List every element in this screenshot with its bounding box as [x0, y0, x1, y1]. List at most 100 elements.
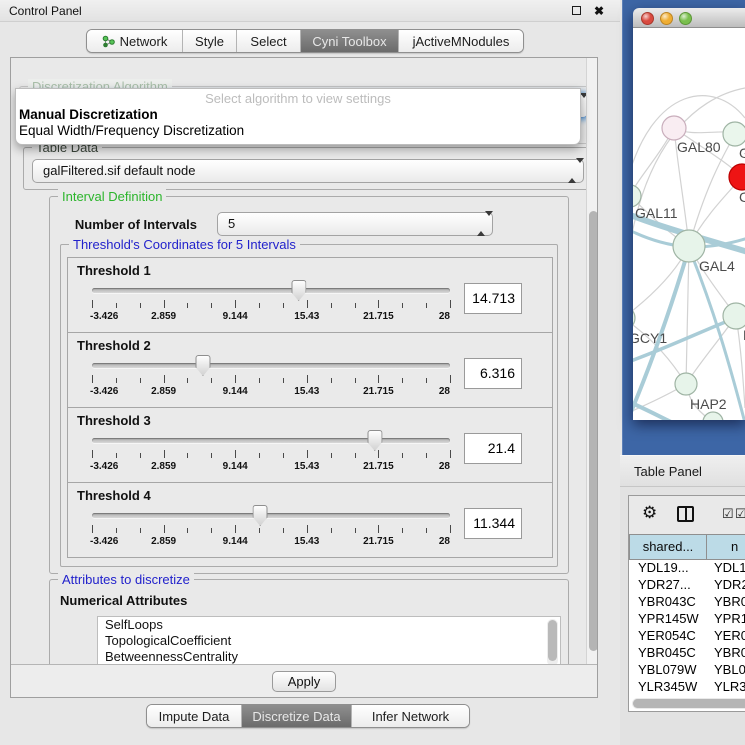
network-node[interactable]: [662, 116, 686, 140]
threshold-panel-2: Threshold 2 -3.4262.8599.14415.4321.7152…: [67, 332, 553, 408]
network-window-frame: GAL80GACGAL11GAL4GCY1HHAP2: [622, 0, 745, 455]
slider-track[interactable]: [92, 363, 450, 368]
table-row[interactable]: YBR043CYBR0: [629, 594, 745, 611]
panel-title: Control Panel: [0, 4, 572, 18]
combo-stepper-icon: [568, 160, 578, 182]
network-node[interactable]: [723, 122, 745, 146]
tab-style[interactable]: Style: [183, 30, 237, 52]
scroll-area: Discretization Algorithm Select algorith…: [11, 58, 597, 664]
tab-select[interactable]: Select: [237, 30, 301, 52]
table-row[interactable]: YPR145WYPR1: [629, 611, 745, 628]
tab-discretize-data[interactable]: Discretize Data: [242, 705, 352, 727]
close-traffic-icon[interactable]: [641, 12, 654, 25]
network-view-window: GAL80GACGAL11GAL4GCY1HHAP2: [633, 8, 745, 420]
slider-handle[interactable]: [291, 280, 306, 301]
slider-tick-labels: -3.4262.8599.14415.4321.71528: [92, 461, 450, 473]
scrollbar-thumb[interactable]: [548, 620, 557, 661]
network-node[interactable]: [675, 373, 697, 395]
tab-cyni-toolbox[interactable]: Cyni Toolbox: [301, 30, 399, 52]
split-columns-icon[interactable]: [677, 506, 694, 522]
checkbox-checked-icon[interactable]: ☑: [722, 507, 734, 520]
cyni-toolbox-panel: Discretization Algorithm Select algorith…: [10, 57, 598, 698]
column-header-shared-name[interactable]: shared...: [629, 534, 707, 560]
network-canvas[interactable]: GAL80GACGAL11GAL4GCY1HHAP2: [633, 28, 745, 420]
panel-scrollbar[interactable]: [586, 58, 597, 664]
table-row[interactable]: YDL19...YDL1: [629, 560, 745, 577]
slider-track[interactable]: [92, 513, 450, 518]
table-rows: YDL19...YDL1YDR27...YDR2YBR043CYBR0YPR14…: [629, 560, 745, 711]
network-graph: GAL80GACGAL11GAL4GCY1HHAP2: [633, 28, 745, 420]
checkbox-checked-icon[interactable]: ☑: [735, 507, 745, 520]
threshold-value-field[interactable]: 6.316: [464, 358, 522, 389]
node-label: GAL11: [635, 205, 678, 221]
network-node[interactable]: [723, 303, 745, 329]
tab-impute-data[interactable]: Impute Data: [147, 705, 242, 727]
threshold-value-field[interactable]: 21.4: [464, 433, 522, 464]
network-node[interactable]: [703, 412, 723, 420]
interval-definition-group: Interval Definition Number of Intervals …: [49, 196, 569, 574]
float-window-icon[interactable]: [572, 6, 581, 15]
group-title: Attributes to discretize: [58, 572, 194, 587]
control-panel-tabs: Network Style Select Cyni Toolbox jActiv…: [86, 29, 524, 53]
dropdown-option-equal-width[interactable]: Equal Width/Frequency Discretization: [16, 123, 580, 139]
close-icon[interactable]: ✖: [594, 5, 604, 17]
slider-handle[interactable]: [253, 505, 268, 526]
node-label: GCY1: [633, 330, 667, 346]
node-label: HAP2: [690, 396, 727, 412]
table-horizontal-scrollbar[interactable]: [632, 698, 745, 709]
threshold-slider[interactable]: -3.4262.8599.14415.4321.71528: [92, 428, 450, 482]
control-panel-window: Control Panel ✖ Network Style Select Cyn…: [0, 0, 620, 745]
table-data-group: Table Data galFiltered.sif default node: [23, 147, 593, 190]
dropdown-option-manual[interactable]: Manual Discretization: [16, 107, 580, 123]
threshold-slider[interactable]: -3.4262.8599.14415.4321.71528: [92, 353, 450, 407]
list-scrollbar[interactable]: [547, 619, 558, 664]
attribute-list-item[interactable]: TopologicalCoefficient: [98, 633, 560, 649]
algorithm-dropdown-popup: Select algorithm to view settings Manual…: [15, 88, 581, 145]
slider-handle[interactable]: [195, 355, 210, 376]
slider-track[interactable]: [92, 438, 450, 443]
gear-icon[interactable]: ⚙: [642, 504, 657, 521]
threshold-slider[interactable]: -3.4262.8599.14415.4321.71528: [92, 278, 450, 332]
table-row[interactable]: YLR345WYLR3: [629, 679, 745, 696]
slider-handle[interactable]: [367, 430, 382, 451]
threshold-value-field[interactable]: 14.713: [464, 283, 522, 314]
attributes-group: Attributes to discretize Numerical Attri…: [49, 579, 569, 664]
zoom-traffic-icon[interactable]: [679, 12, 692, 25]
threshold-slider[interactable]: -3.4262.8599.14415.4321.71528: [92, 503, 450, 557]
table-row[interactable]: YBL079WYBL0: [629, 662, 745, 679]
slider-ticks: [92, 300, 450, 309]
node-label: C: [739, 189, 745, 205]
minimize-traffic-icon[interactable]: [660, 12, 673, 25]
scrollbar-thumb[interactable]: [589, 211, 597, 651]
table-row[interactable]: YBR045CYBR0: [629, 645, 745, 662]
table-row[interactable]: YER054CYER0: [629, 628, 745, 645]
slider-ticks: [92, 525, 450, 534]
number-of-intervals-label: Number of Intervals: [70, 217, 197, 232]
threshold-panel-4: Threshold 4 -3.4262.8599.14415.4321.7152…: [67, 482, 553, 558]
number-of-intervals-combobox[interactable]: 5: [217, 212, 493, 236]
control-panel-titlebar: Control Panel ✖: [0, 0, 620, 22]
numerical-attributes-list[interactable]: SelfLoopsTopologicalCoefficientBetweenne…: [97, 616, 561, 664]
slider-tick-labels: -3.4262.8599.14415.4321.71528: [92, 386, 450, 398]
tab-jactivemnodules[interactable]: jActiveMNodules: [399, 30, 523, 52]
dropdown-placeholder: Select algorithm to view settings: [16, 91, 580, 107]
slider-track[interactable]: [92, 288, 450, 293]
combo-stepper-icon: [477, 213, 487, 235]
column-header-name[interactable]: n: [707, 534, 745, 560]
threshold-label: Threshold 3: [77, 413, 151, 428]
threshold-value-field[interactable]: 11.344: [464, 508, 522, 539]
node-label: GAL80: [677, 139, 721, 155]
table-row[interactable]: YDR27...YDR2: [629, 577, 745, 594]
attribute-list-item[interactable]: BetweennessCentrality: [98, 649, 560, 664]
apply-button[interactable]: Apply: [272, 671, 336, 692]
cyni-bottom-tabs: Impute Data Discretize Data Infer Networ…: [146, 704, 470, 728]
tab-network[interactable]: Network: [87, 30, 183, 52]
attribute-list-item[interactable]: SelfLoops: [98, 617, 560, 633]
table-data-combobox[interactable]: galFiltered.sif default node: [32, 159, 584, 183]
network-window-titlebar[interactable]: [633, 8, 745, 28]
slider-tick-labels: -3.4262.8599.14415.4321.71528: [92, 536, 450, 548]
threshold-label: Threshold 2: [77, 338, 151, 353]
node-label: GA: [739, 145, 745, 161]
tab-infer-network[interactable]: Infer Network: [352, 705, 469, 727]
scrollbar-thumb[interactable]: [633, 699, 745, 708]
